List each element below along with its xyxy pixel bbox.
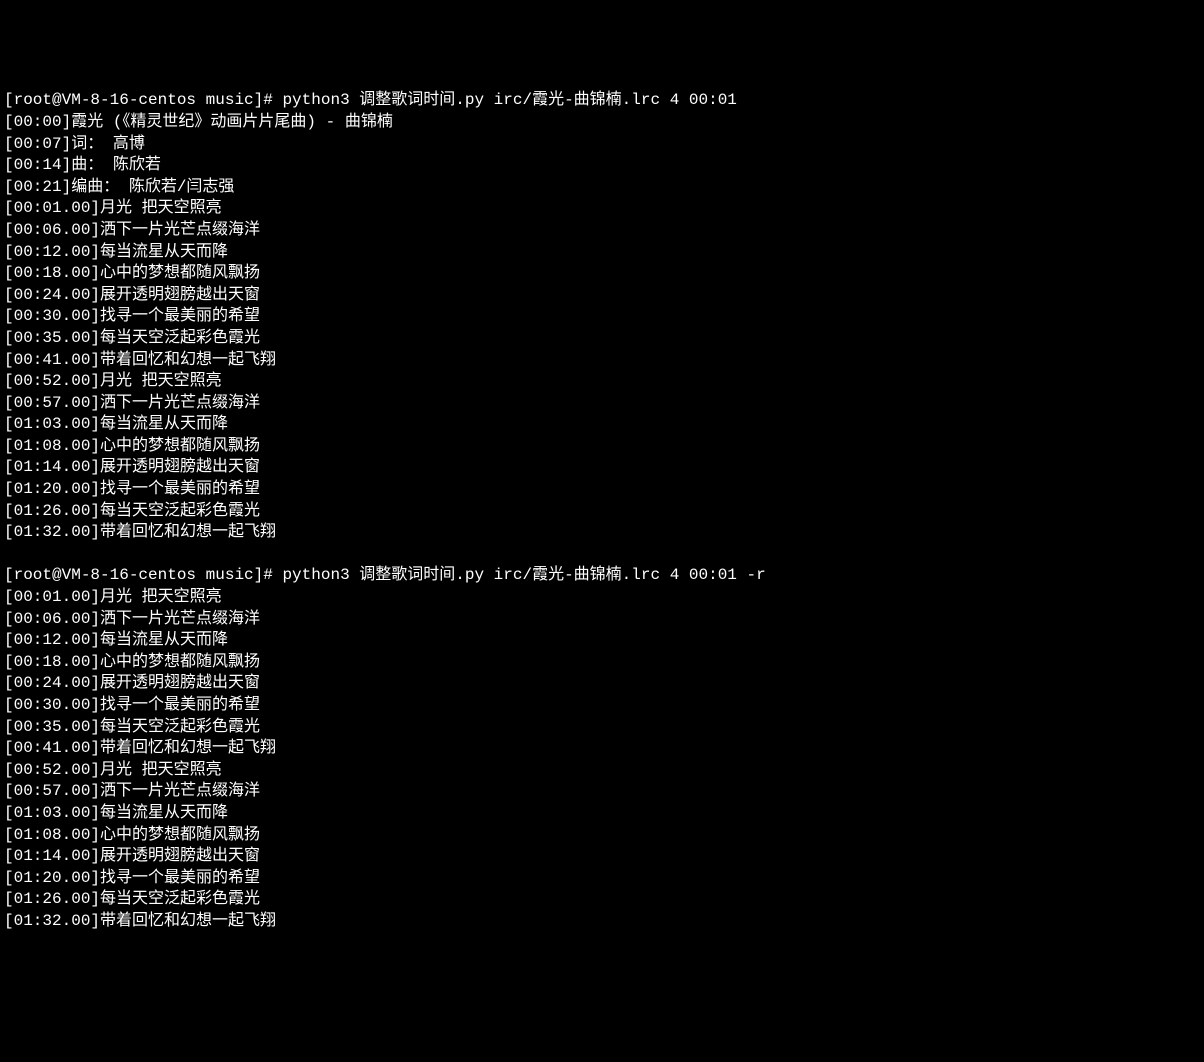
terminal-line: [00:12.00]每当流星从天而降 [4, 630, 1200, 652]
terminal-line: [01:32.00]带着回忆和幻想一起飞翔 [4, 522, 1200, 544]
terminal-line: [00:41.00]带着回忆和幻想一起飞翔 [4, 738, 1200, 760]
output-text: [01:26.00]每当天空泛起彩色霞光 [4, 890, 260, 908]
output-text: [01:14.00]展开透明翅膀越出天窗 [4, 847, 260, 865]
output-text: [00:41.00]带着回忆和幻想一起飞翔 [4, 739, 276, 757]
terminal-line: [00:01.00]月光 把天空照亮 [4, 198, 1200, 220]
terminal-line: [00:07]词： 高博 [4, 134, 1200, 156]
terminal-line: [01:03.00]每当流星从天而降 [4, 803, 1200, 825]
terminal-line: [root@VM-8-16-centos music]# python3 调整歌… [4, 90, 1200, 112]
output-text: [00:12.00]每当流星从天而降 [4, 243, 228, 261]
output-text: [00:57.00]洒下一片光芒点缀海洋 [4, 782, 260, 800]
shell-prompt: [root@VM-8-16-centos music]# [4, 566, 282, 584]
command-text: python3 调整歌词时间.py irc/霞光-曲锦楠.lrc 4 00:01… [282, 566, 765, 584]
output-text: [01:26.00]每当天空泛起彩色霞光 [4, 502, 260, 520]
terminal-line: [00:14]曲： 陈欣若 [4, 155, 1200, 177]
output-text: [00:30.00]找寻一个最美丽的希望 [4, 696, 260, 714]
output-text: [00:35.00]每当天空泛起彩色霞光 [4, 718, 260, 736]
terminal-line: [00:35.00]每当天空泛起彩色霞光 [4, 717, 1200, 739]
terminal-line: [01:26.00]每当天空泛起彩色霞光 [4, 889, 1200, 911]
terminal-line: [00:24.00]展开透明翅膀越出天窗 [4, 673, 1200, 695]
terminal-line: [00:57.00]洒下一片光芒点缀海洋 [4, 393, 1200, 415]
terminal-window[interactable]: [root@VM-8-16-centos music]# python3 调整歌… [4, 90, 1200, 954]
output-text: [00:52.00]月光 把天空照亮 [4, 372, 222, 390]
output-text: [01:20.00]找寻一个最美丽的希望 [4, 869, 260, 887]
output-text: [01:32.00]带着回忆和幻想一起飞翔 [4, 523, 276, 541]
terminal-line: [01:08.00]心中的梦想都随风飘扬 [4, 436, 1200, 458]
output-text: [00:21]编曲： 陈欣若/闫志强 [4, 178, 234, 196]
terminal-line: [01:20.00]找寻一个最美丽的希望 [4, 479, 1200, 501]
terminal-line: [00:12.00]每当流星从天而降 [4, 242, 1200, 264]
output-text: [00:01.00]月光 把天空照亮 [4, 199, 222, 217]
command-text: python3 调整歌词时间.py irc/霞光-曲锦楠.lrc 4 00:01 [282, 91, 736, 109]
output-text: [00:01.00]月光 把天空照亮 [4, 588, 222, 606]
output-text: [00:00]霞光 (《精灵世纪》动画片片尾曲) - 曲锦楠 [4, 113, 393, 131]
terminal-line: [00:06.00]洒下一片光芒点缀海洋 [4, 609, 1200, 631]
output-text: [01:08.00]心中的梦想都随风飘扬 [4, 826, 260, 844]
output-text: [00:12.00]每当流星从天而降 [4, 631, 228, 649]
output-text: [00:41.00]带着回忆和幻想一起飞翔 [4, 351, 276, 369]
terminal-line: [00:21]编曲： 陈欣若/闫志强 [4, 177, 1200, 199]
terminal-line: [00:41.00]带着回忆和幻想一起飞翔 [4, 350, 1200, 372]
terminal-line: [root@VM-8-16-centos music]# python3 调整歌… [4, 565, 1200, 587]
terminal-line: [01:26.00]每当天空泛起彩色霞光 [4, 501, 1200, 523]
output-text: [00:35.00]每当天空泛起彩色霞光 [4, 329, 260, 347]
output-text: [00:57.00]洒下一片光芒点缀海洋 [4, 394, 260, 412]
terminal-line: [01:08.00]心中的梦想都随风飘扬 [4, 825, 1200, 847]
output-text: [01:03.00]每当流星从天而降 [4, 804, 228, 822]
terminal-line: [01:32.00]带着回忆和幻想一起飞翔 [4, 911, 1200, 933]
output-text: [00:18.00]心中的梦想都随风飘扬 [4, 653, 260, 671]
terminal-line: [00:52.00]月光 把天空照亮 [4, 760, 1200, 782]
output-text: [01:20.00]找寻一个最美丽的希望 [4, 480, 260, 498]
terminal-line: [00:30.00]找寻一个最美丽的希望 [4, 695, 1200, 717]
terminal-line: [00:30.00]找寻一个最美丽的希望 [4, 306, 1200, 328]
terminal-line: [00:52.00]月光 把天空照亮 [4, 371, 1200, 393]
terminal-line: [00:18.00]心中的梦想都随风飘扬 [4, 263, 1200, 285]
output-text: [01:03.00]每当流星从天而降 [4, 415, 228, 433]
terminal-line: [01:20.00]找寻一个最美丽的希望 [4, 868, 1200, 890]
output-text [4, 545, 14, 563]
output-text: [01:08.00]心中的梦想都随风飘扬 [4, 437, 260, 455]
terminal-line: [00:18.00]心中的梦想都随风飘扬 [4, 652, 1200, 674]
terminal-line: [00:00]霞光 (《精灵世纪》动画片片尾曲) - 曲锦楠 [4, 112, 1200, 134]
output-text: [00:30.00]找寻一个最美丽的希望 [4, 307, 260, 325]
output-text: [01:32.00]带着回忆和幻想一起飞翔 [4, 912, 276, 930]
output-text: [00:52.00]月光 把天空照亮 [4, 761, 222, 779]
output-text: [00:14]曲： 陈欣若 [4, 156, 161, 174]
terminal-line: [01:14.00]展开透明翅膀越出天窗 [4, 846, 1200, 868]
output-text: [00:06.00]洒下一片光芒点缀海洋 [4, 221, 260, 239]
output-text: [00:24.00]展开透明翅膀越出天窗 [4, 674, 260, 692]
terminal-line: [00:35.00]每当天空泛起彩色霞光 [4, 328, 1200, 350]
terminal-line: [01:03.00]每当流星从天而降 [4, 414, 1200, 436]
terminal-line: [00:57.00]洒下一片光芒点缀海洋 [4, 781, 1200, 803]
output-text: [00:24.00]展开透明翅膀越出天窗 [4, 286, 260, 304]
terminal-line: [00:06.00]洒下一片光芒点缀海洋 [4, 220, 1200, 242]
output-text: [00:06.00]洒下一片光芒点缀海洋 [4, 610, 260, 628]
terminal-line: [01:14.00]展开透明翅膀越出天窗 [4, 457, 1200, 479]
terminal-line: [00:01.00]月光 把天空照亮 [4, 587, 1200, 609]
shell-prompt: [root@VM-8-16-centos music]# [4, 91, 282, 109]
terminal-line [4, 544, 1200, 566]
terminal-line: [00:24.00]展开透明翅膀越出天窗 [4, 285, 1200, 307]
output-text: [00:07]词： 高博 [4, 135, 145, 153]
output-text: [00:18.00]心中的梦想都随风飘扬 [4, 264, 260, 282]
output-text: [01:14.00]展开透明翅膀越出天窗 [4, 458, 260, 476]
